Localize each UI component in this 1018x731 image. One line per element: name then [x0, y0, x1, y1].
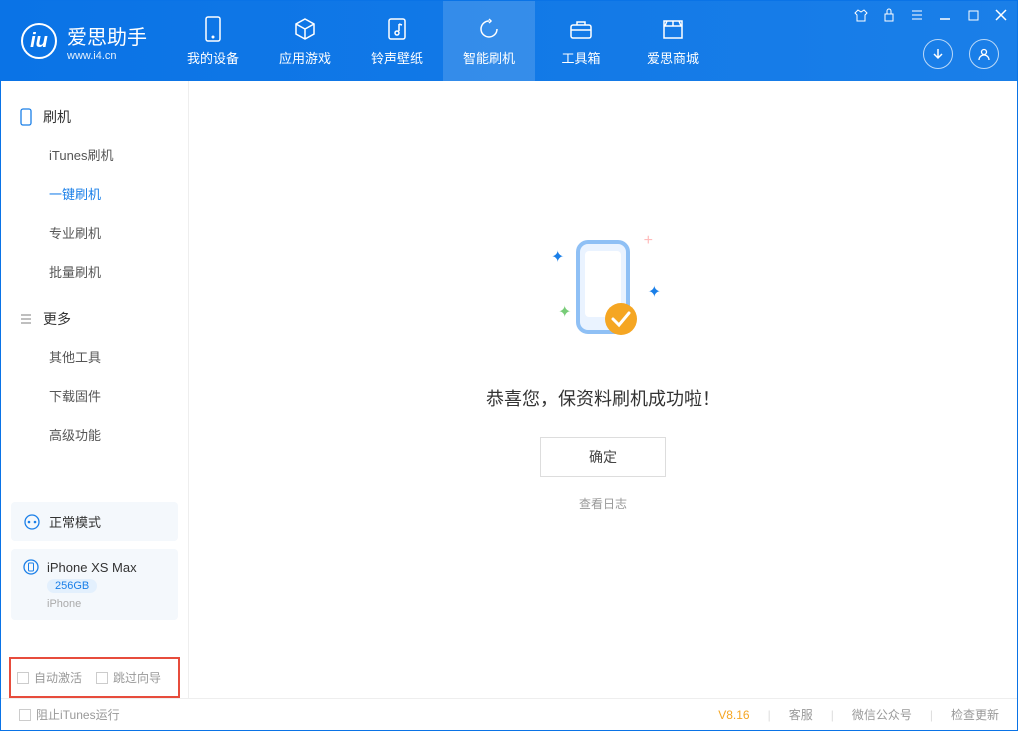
- footer-link-update[interactable]: 检查更新: [951, 706, 999, 723]
- checkbox-icon: [19, 709, 31, 721]
- sidebar-item-batch-flash[interactable]: 批量刷机: [1, 252, 188, 291]
- more-icon: [19, 312, 33, 326]
- sparkle-icon: ✦: [558, 302, 571, 322]
- nav-tab-ringtones[interactable]: 铃声壁纸: [351, 1, 443, 81]
- app-logo-icon: iu: [21, 23, 57, 59]
- checkbox-label: 自动激活: [34, 669, 82, 686]
- checkbox-auto-activate[interactable]: 自动激活: [17, 669, 82, 686]
- phone-icon: [23, 559, 39, 575]
- checkbox-skip-guide[interactable]: 跳过向导: [96, 669, 161, 686]
- sidebar-section-more[interactable]: 更多: [1, 301, 188, 337]
- app-name: 爱思助手: [67, 21, 147, 50]
- footer-link-wechat[interactable]: 微信公众号: [852, 706, 912, 723]
- nav-tab-apps[interactable]: 应用游戏: [259, 1, 351, 81]
- sync-icon: [23, 513, 41, 531]
- user-button[interactable]: [969, 39, 999, 69]
- titlebar-controls: [853, 7, 1009, 23]
- mode-card[interactable]: 正常模式: [11, 502, 178, 541]
- download-button[interactable]: [923, 39, 953, 69]
- toolbox-icon: [567, 15, 595, 43]
- sidebar-item-download-firmware[interactable]: 下载固件: [1, 376, 188, 415]
- checkbox-icon: [17, 672, 29, 684]
- store-icon: [659, 15, 687, 43]
- cube-icon: [291, 15, 319, 43]
- nav-tab-device[interactable]: 我的设备: [167, 1, 259, 81]
- sidebar-item-other-tools[interactable]: 其他工具: [1, 337, 188, 376]
- nav-tab-label: 铃声壁纸: [371, 48, 423, 67]
- body: 刷机 iTunes刷机 一键刷机 专业刷机 批量刷机 更多 其他工具 下载固件 …: [1, 81, 1017, 698]
- logo-area: iu 爱思助手 www.i4.cn: [1, 21, 167, 62]
- mode-label: 正常模式: [49, 512, 101, 531]
- main-content: ✦ + ✦ ✦ 恭喜您，保资料刷机成功啦！ 确定 查看日志: [189, 81, 1017, 698]
- sparkle-icon: ✦: [551, 247, 564, 267]
- sparkle-icon: ✦: [648, 282, 661, 302]
- sidebar-item-itunes-flash[interactable]: iTunes刷机: [1, 135, 188, 174]
- phone-small-icon: [19, 108, 33, 126]
- sidebar-item-advanced[interactable]: 高级功能: [1, 415, 188, 454]
- header-right: [923, 39, 999, 69]
- shirt-icon[interactable]: [853, 7, 869, 23]
- nav-tab-label: 我的设备: [187, 48, 239, 67]
- footer: 阻止iTunes运行 V8.16 | 客服 | 微信公众号 | 检查更新: [1, 698, 1017, 730]
- close-icon[interactable]: [993, 7, 1009, 23]
- checkbox-icon: [96, 672, 108, 684]
- header: iu 爱思助手 www.i4.cn 我的设备 应用游戏 铃声壁纸: [1, 1, 1017, 81]
- ok-button[interactable]: 确定: [540, 437, 666, 477]
- nav-tab-label: 爱思商城: [647, 48, 699, 67]
- device-card[interactable]: iPhone XS Max 256GB iPhone: [11, 549, 178, 620]
- device-type: iPhone: [47, 598, 166, 610]
- sparkle-icon: +: [644, 232, 653, 250]
- checkbox-label: 跳过向导: [113, 669, 161, 686]
- sidebar: 刷机 iTunes刷机 一键刷机 专业刷机 批量刷机 更多 其他工具 下载固件 …: [1, 81, 189, 698]
- device-icon: [199, 15, 227, 43]
- nav-tab-label: 工具箱: [561, 48, 600, 67]
- device-name: iPhone XS Max: [47, 560, 137, 575]
- sidebar-section-title: 刷机: [43, 107, 71, 127]
- refresh-icon: [475, 15, 503, 43]
- nav-tab-store[interactable]: 爱思商城: [627, 1, 719, 81]
- success-message: 恭喜您，保资料刷机成功啦！: [486, 385, 720, 411]
- nav-tab-label: 应用游戏: [279, 48, 331, 67]
- footer-link-service[interactable]: 客服: [789, 706, 813, 723]
- checkbox-label: 阻止iTunes运行: [36, 706, 120, 723]
- nav-tab-label: 智能刷机: [463, 48, 515, 67]
- sidebar-item-oneclick-flash[interactable]: 一键刷机: [1, 174, 188, 213]
- view-log-link[interactable]: 查看日志: [579, 495, 627, 512]
- sidebar-section-title: 更多: [43, 309, 71, 329]
- sidebar-section-flash[interactable]: 刷机: [1, 99, 188, 135]
- app-url: www.i4.cn: [67, 50, 147, 62]
- menu-icon[interactable]: [909, 7, 925, 23]
- nav-tab-toolbox[interactable]: 工具箱: [535, 1, 627, 81]
- music-icon: [383, 15, 411, 43]
- nav-tab-flash[interactable]: 智能刷机: [443, 1, 535, 81]
- sidebar-bottom-highlight: 自动激活 跳过向导: [9, 657, 180, 698]
- success-illustration: ✦ + ✦ ✦: [543, 227, 663, 357]
- minimize-icon[interactable]: [937, 7, 953, 23]
- lock-icon[interactable]: [881, 7, 897, 23]
- nav-tabs: 我的设备 应用游戏 铃声壁纸 智能刷机 工具箱: [167, 1, 719, 81]
- sidebar-item-pro-flash[interactable]: 专业刷机: [1, 213, 188, 252]
- device-storage: 256GB: [47, 579, 97, 593]
- version-label: V8.16: [718, 708, 749, 722]
- checkbox-stop-itunes[interactable]: 阻止iTunes运行: [19, 706, 120, 723]
- maximize-icon[interactable]: [965, 7, 981, 23]
